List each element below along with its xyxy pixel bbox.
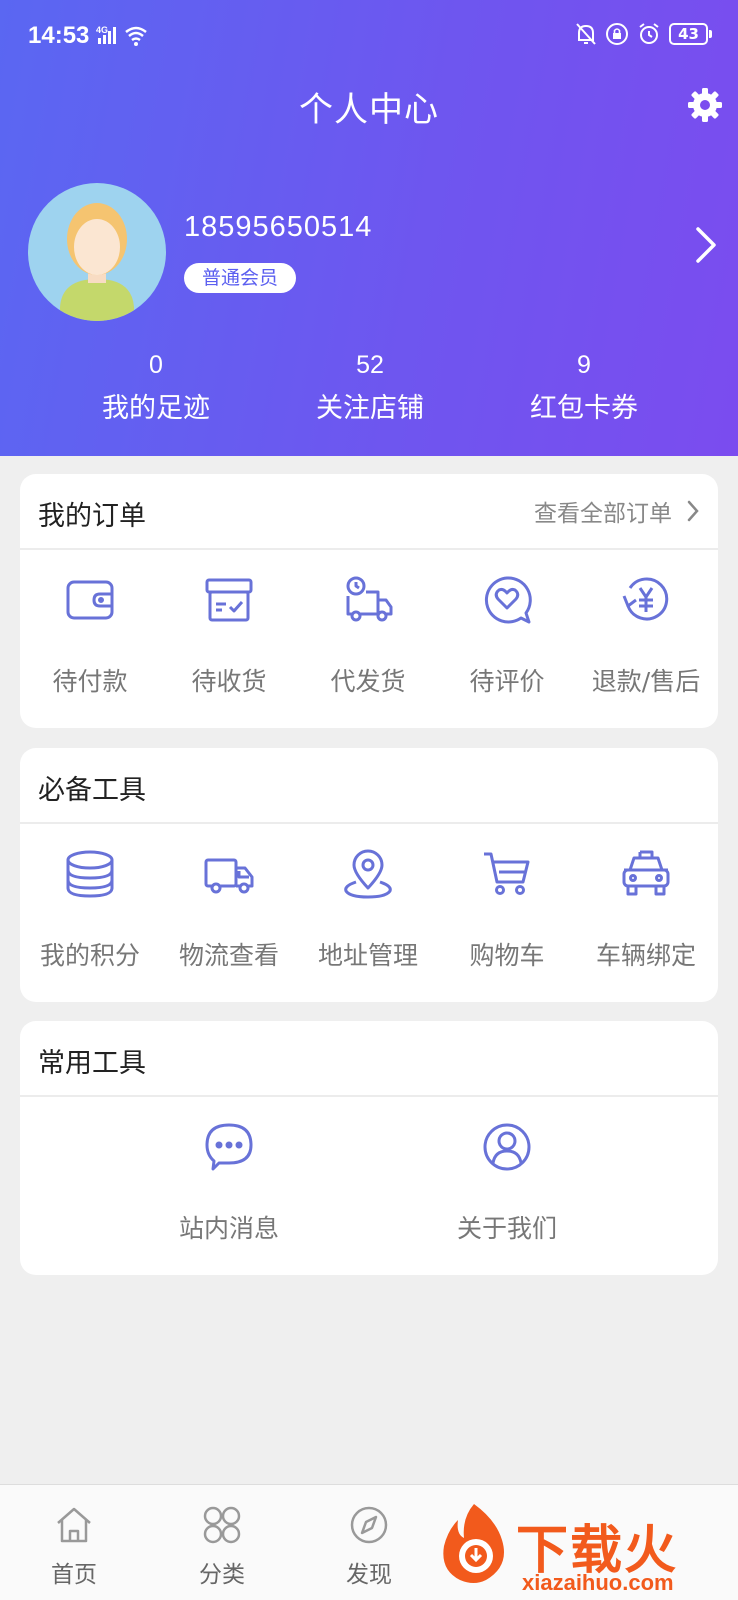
card-title: 必备工具 xyxy=(38,775,146,806)
member-badge: 普通会员 xyxy=(184,263,297,293)
stat-value: 0 xyxy=(149,351,163,379)
order-pending-review[interactable]: 待评价 xyxy=(437,550,577,722)
stat-followed-stores[interactable]: 52 关注店铺 xyxy=(270,348,470,425)
tool-item-label: 购物车 xyxy=(469,941,545,970)
orders-card-header: 我的订单 查看全部订单 xyxy=(20,474,718,550)
common-tools-grid: 站内消息 关于我们 xyxy=(20,1097,718,1269)
watermark-url: xiazaihuo.com xyxy=(522,1570,674,1595)
refund-yen-icon xyxy=(622,577,669,621)
gear-icon[interactable] xyxy=(686,86,724,124)
stat-value: 52 xyxy=(356,351,384,379)
heart-chat-icon xyxy=(484,576,532,624)
stat-coupons[interactable]: 9 红包卡券 xyxy=(484,348,684,425)
status-bar: 14:53 4G 43 xyxy=(0,0,738,76)
stats-row: 0 我的足迹 52 关注店铺 9 红包卡券 xyxy=(0,348,738,428)
common-tools-card: 常用工具 站内消息 关于我们 xyxy=(20,1021,718,1275)
tool-item-label: 关于我们 xyxy=(456,1214,557,1243)
card-title: 常用工具 xyxy=(38,1048,146,1079)
orders-card: 我的订单 查看全部订单 待付款 待收货 代发货 待评价 退款/售后 xyxy=(20,474,718,728)
tool-item-label: 地址管理 xyxy=(317,941,418,970)
tools-card-header: 必备工具 xyxy=(20,748,718,824)
order-item-label: 代发货 xyxy=(330,667,406,696)
chevron-right-icon xyxy=(687,500,699,522)
flame-logo-icon xyxy=(443,1504,504,1583)
nav-category[interactable]: 分类 xyxy=(162,1485,282,1600)
profile-row[interactable]: 18595650514 普通会员 xyxy=(28,183,718,323)
nav-label: 首页 xyxy=(51,1562,97,1588)
order-item-label: 待评价 xyxy=(469,667,545,696)
view-all-label: 查看全部订单 xyxy=(534,501,672,527)
order-item-label: 待付款 xyxy=(52,667,128,696)
location-pin-icon xyxy=(344,849,392,899)
category-icon xyxy=(203,1506,241,1544)
user-phone: 18595650514 xyxy=(184,211,373,243)
nav-label: 分类 xyxy=(199,1562,245,1588)
nav-discover[interactable]: 发现 xyxy=(309,1485,429,1600)
lock-icon xyxy=(606,23,629,45)
tools-grid: 我的积分 物流查看 地址管理 购物车 车辆绑定 xyxy=(20,824,718,996)
chevron-right-icon[interactable] xyxy=(690,223,720,267)
page-title: 个人中心 xyxy=(299,90,439,130)
coins-icon xyxy=(66,850,114,898)
order-pending-shipment[interactable]: 代发货 xyxy=(298,550,438,722)
order-pending-receipt[interactable]: 待收货 xyxy=(159,550,299,722)
home-icon xyxy=(57,1507,91,1543)
tool-item-label: 我的积分 xyxy=(39,941,140,970)
nav-label: 发现 xyxy=(346,1562,392,1588)
tool-address[interactable]: 地址管理 xyxy=(298,824,438,996)
order-pending-payment[interactable]: 待付款 xyxy=(20,550,160,722)
svg-text:4G: 4G xyxy=(96,25,108,35)
profile-header: 14:53 4G 43 个人中心 18595650514 普通会员 0 我的足迹… xyxy=(0,0,738,456)
stat-label: 红包卡券 xyxy=(530,393,638,424)
avatar[interactable] xyxy=(28,183,166,321)
status-icons: 43 xyxy=(575,22,712,46)
wallet-icon xyxy=(66,580,114,620)
tool-about-us[interactable]: 关于我们 xyxy=(437,1097,577,1269)
tool-cart[interactable]: 购物车 xyxy=(437,824,577,996)
nav-home[interactable]: 首页 xyxy=(14,1485,134,1600)
signal-icon: 4G xyxy=(96,24,156,52)
card-title: 我的订单 xyxy=(38,501,146,532)
tools-card: 必备工具 我的积分 物流查看 地址管理 购物车 车辆绑定 xyxy=(20,748,718,1002)
stat-footprints[interactable]: 0 我的足迹 xyxy=(56,348,256,425)
compass-icon xyxy=(350,1506,388,1544)
watermark: 下载火 xiazaihuo.com xyxy=(436,1500,738,1600)
message-icon xyxy=(205,1123,253,1171)
tool-vehicle-binding[interactable]: 车辆绑定 xyxy=(576,824,716,996)
box-icon xyxy=(205,578,253,622)
order-refund-aftersale[interactable]: 退款/售后 xyxy=(576,550,716,722)
tool-item-label: 车辆绑定 xyxy=(595,941,696,970)
user-circle-icon xyxy=(483,1123,531,1171)
tool-messages[interactable]: 站内消息 xyxy=(159,1097,299,1269)
battery-indicator: 43 xyxy=(669,23,712,45)
stat-value: 9 xyxy=(577,351,591,379)
common-tools-card-header: 常用工具 xyxy=(20,1021,718,1097)
order-item-label: 待收货 xyxy=(191,667,267,696)
delivery-truck-clock-icon xyxy=(346,576,393,622)
orders-grid: 待付款 待收货 代发货 待评价 退款/售后 xyxy=(20,550,718,722)
view-all-orders-link[interactable]: 查看全部订单 xyxy=(534,494,700,528)
stat-label: 我的足迹 xyxy=(102,393,210,424)
order-item-label: 退款/售后 xyxy=(591,667,701,696)
status-time: 14:53 xyxy=(28,22,90,49)
tool-item-label: 物流查看 xyxy=(178,941,279,970)
stat-label: 关注店铺 xyxy=(316,393,424,424)
car-icon xyxy=(622,850,670,896)
bell-off-icon xyxy=(576,23,596,45)
tool-item-label: 站内消息 xyxy=(178,1214,279,1243)
alarm-icon xyxy=(639,23,659,44)
tool-logistics[interactable]: 物流查看 xyxy=(159,824,299,996)
cart-icon xyxy=(484,852,530,895)
tool-points[interactable]: 我的积分 xyxy=(20,824,160,996)
truck-icon xyxy=(204,858,254,894)
